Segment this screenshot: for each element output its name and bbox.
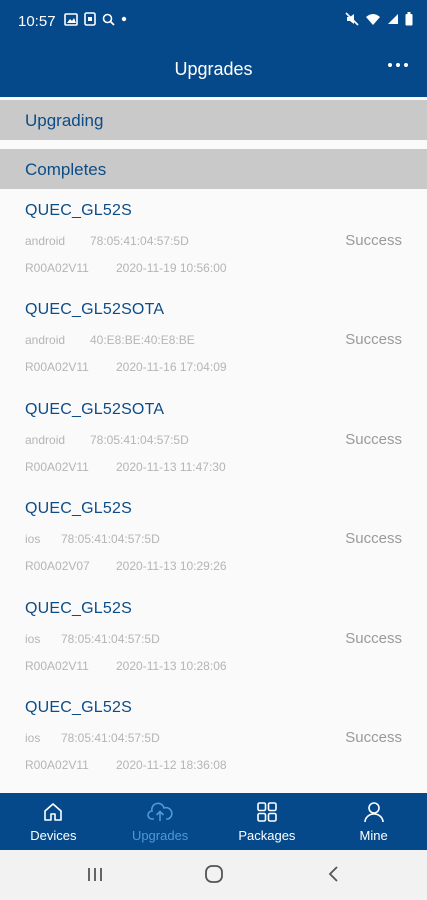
upgrade-time: 2020-11-13 10:28:06 xyxy=(116,658,227,673)
more-dot-icon xyxy=(388,63,392,67)
section-upgrading-label: Upgrading xyxy=(25,111,104,130)
upgrade-status: Success xyxy=(345,430,402,448)
list-item[interactable]: QUEC_GL52S ios 78:05:41:04:57:5D Success… xyxy=(0,687,427,786)
firmware-version: R00A02V07 xyxy=(25,559,90,574)
upgrade-status: Success xyxy=(345,728,402,746)
person-icon xyxy=(363,802,384,823)
upgrade-time: 2020-11-16 17:04:09 xyxy=(116,360,227,375)
back-icon[interactable] xyxy=(326,864,342,884)
notification-icons xyxy=(64,12,127,26)
system-icons xyxy=(345,12,413,26)
home-button-icon[interactable] xyxy=(204,864,224,884)
nav-upgrades[interactable]: Upgrades xyxy=(107,793,214,850)
upgrade-record-list: QUEC_GL52S android 78:05:41:04:57:5D Suc… xyxy=(0,190,427,786)
nav-packages-label: Packages xyxy=(238,828,296,843)
more-dot-icon xyxy=(404,63,408,67)
mute-icon xyxy=(345,12,359,26)
upgrade-time: 2020-11-13 11:47:30 xyxy=(116,459,226,474)
list-item[interactable]: QUEC_GL52S ios 78:05:41:04:57:5D Success… xyxy=(0,488,427,587)
nav-mine[interactable]: Mine xyxy=(320,793,427,850)
mac-address: 78:05:41:04:57:5D xyxy=(90,234,189,248)
platform-label: ios xyxy=(25,730,41,745)
platform-label: ios xyxy=(25,532,41,547)
mac-address: 40:E8:BE:40:E8:BE xyxy=(90,333,195,348)
page-title: Upgrades xyxy=(174,59,253,79)
status-time: 10:57 xyxy=(18,13,56,30)
search-icon xyxy=(102,13,115,26)
gallery-icon xyxy=(64,12,78,26)
upgrade-status: Success xyxy=(345,331,402,349)
upgrade-status: Success xyxy=(345,629,402,647)
upgrade-status: Success xyxy=(345,530,402,548)
platform-label: android xyxy=(25,432,66,447)
section-completes-label: Completes xyxy=(25,160,107,179)
firmware-version: R00A02V11 xyxy=(25,459,89,474)
firmware-version: R00A02V11 xyxy=(25,360,89,375)
home-icon xyxy=(44,803,63,821)
platform-label: android xyxy=(25,234,66,248)
section-completes[interactable]: Completes xyxy=(0,149,427,189)
wifi-icon xyxy=(366,13,380,25)
list-item[interactable]: QUEC_GL52S android 78:05:41:04:57:5D Suc… xyxy=(0,190,427,289)
upgrade-status: Success xyxy=(345,232,402,249)
nav-mine-label: Mine xyxy=(359,828,388,843)
list-item[interactable]: QUEC_GL52SOTA android 78:05:41:04:57:5D … xyxy=(0,389,427,488)
upgrade-time: 2020-11-12 18:36:08 xyxy=(116,757,227,772)
nav-packages[interactable]: Packages xyxy=(214,793,321,850)
upgrade-time: 2020-11-13 10:29:26 xyxy=(116,559,227,574)
more-options-button[interactable] xyxy=(383,52,413,78)
bottom-navigation: Devices Upgrades Packages Mine xyxy=(0,793,427,850)
more-dot-icon xyxy=(396,63,400,67)
platform-label: android xyxy=(25,333,66,348)
section-upgrading[interactable]: Upgrading xyxy=(0,100,427,140)
device-name: QUEC_GL52SOTA xyxy=(25,301,165,319)
firmware-version: R00A02V11 xyxy=(25,658,89,673)
system-navigation-bar xyxy=(0,850,427,900)
device-name: QUEC_GL52S xyxy=(25,202,132,219)
platform-label: ios xyxy=(25,631,41,646)
app-bar: Upgrades xyxy=(0,42,427,97)
upgrade-time: 2020-11-19 10:56:00 xyxy=(116,261,227,275)
status-bar: 10:57 xyxy=(0,0,427,42)
dot-icon xyxy=(121,16,127,22)
device-name: QUEC_GL52S xyxy=(25,698,132,716)
sim-icon xyxy=(84,12,96,26)
nav-devices[interactable]: Devices xyxy=(0,793,107,850)
cloud-upload-icon xyxy=(147,802,173,821)
device-name: QUEC_GL52SOTA xyxy=(25,400,165,418)
mac-address: 78:05:41:04:57:5D xyxy=(90,432,189,447)
nav-upgrades-label: Upgrades xyxy=(131,828,189,843)
battery-icon xyxy=(405,12,413,26)
recent-apps-icon[interactable] xyxy=(86,864,104,884)
grid-icon xyxy=(257,802,277,822)
firmware-version: R00A02V11 xyxy=(25,261,89,275)
list-item[interactable]: QUEC_GL52S ios 78:05:41:04:57:5D Success… xyxy=(0,588,427,687)
device-name: QUEC_GL52S xyxy=(25,599,132,617)
signal-icon xyxy=(388,14,398,24)
mac-address: 78:05:41:04:57:5D xyxy=(61,631,160,646)
list-item[interactable]: QUEC_GL52SOTA android 40:E8:BE:40:E8:BE … xyxy=(0,289,427,388)
mac-address: 78:05:41:04:57:5D xyxy=(61,532,160,547)
firmware-version: R00A02V11 xyxy=(25,757,89,772)
nav-devices-label: Devices xyxy=(30,828,77,843)
mac-address: 78:05:41:04:57:5D xyxy=(61,730,160,745)
device-name: QUEC_GL52S xyxy=(25,500,132,518)
